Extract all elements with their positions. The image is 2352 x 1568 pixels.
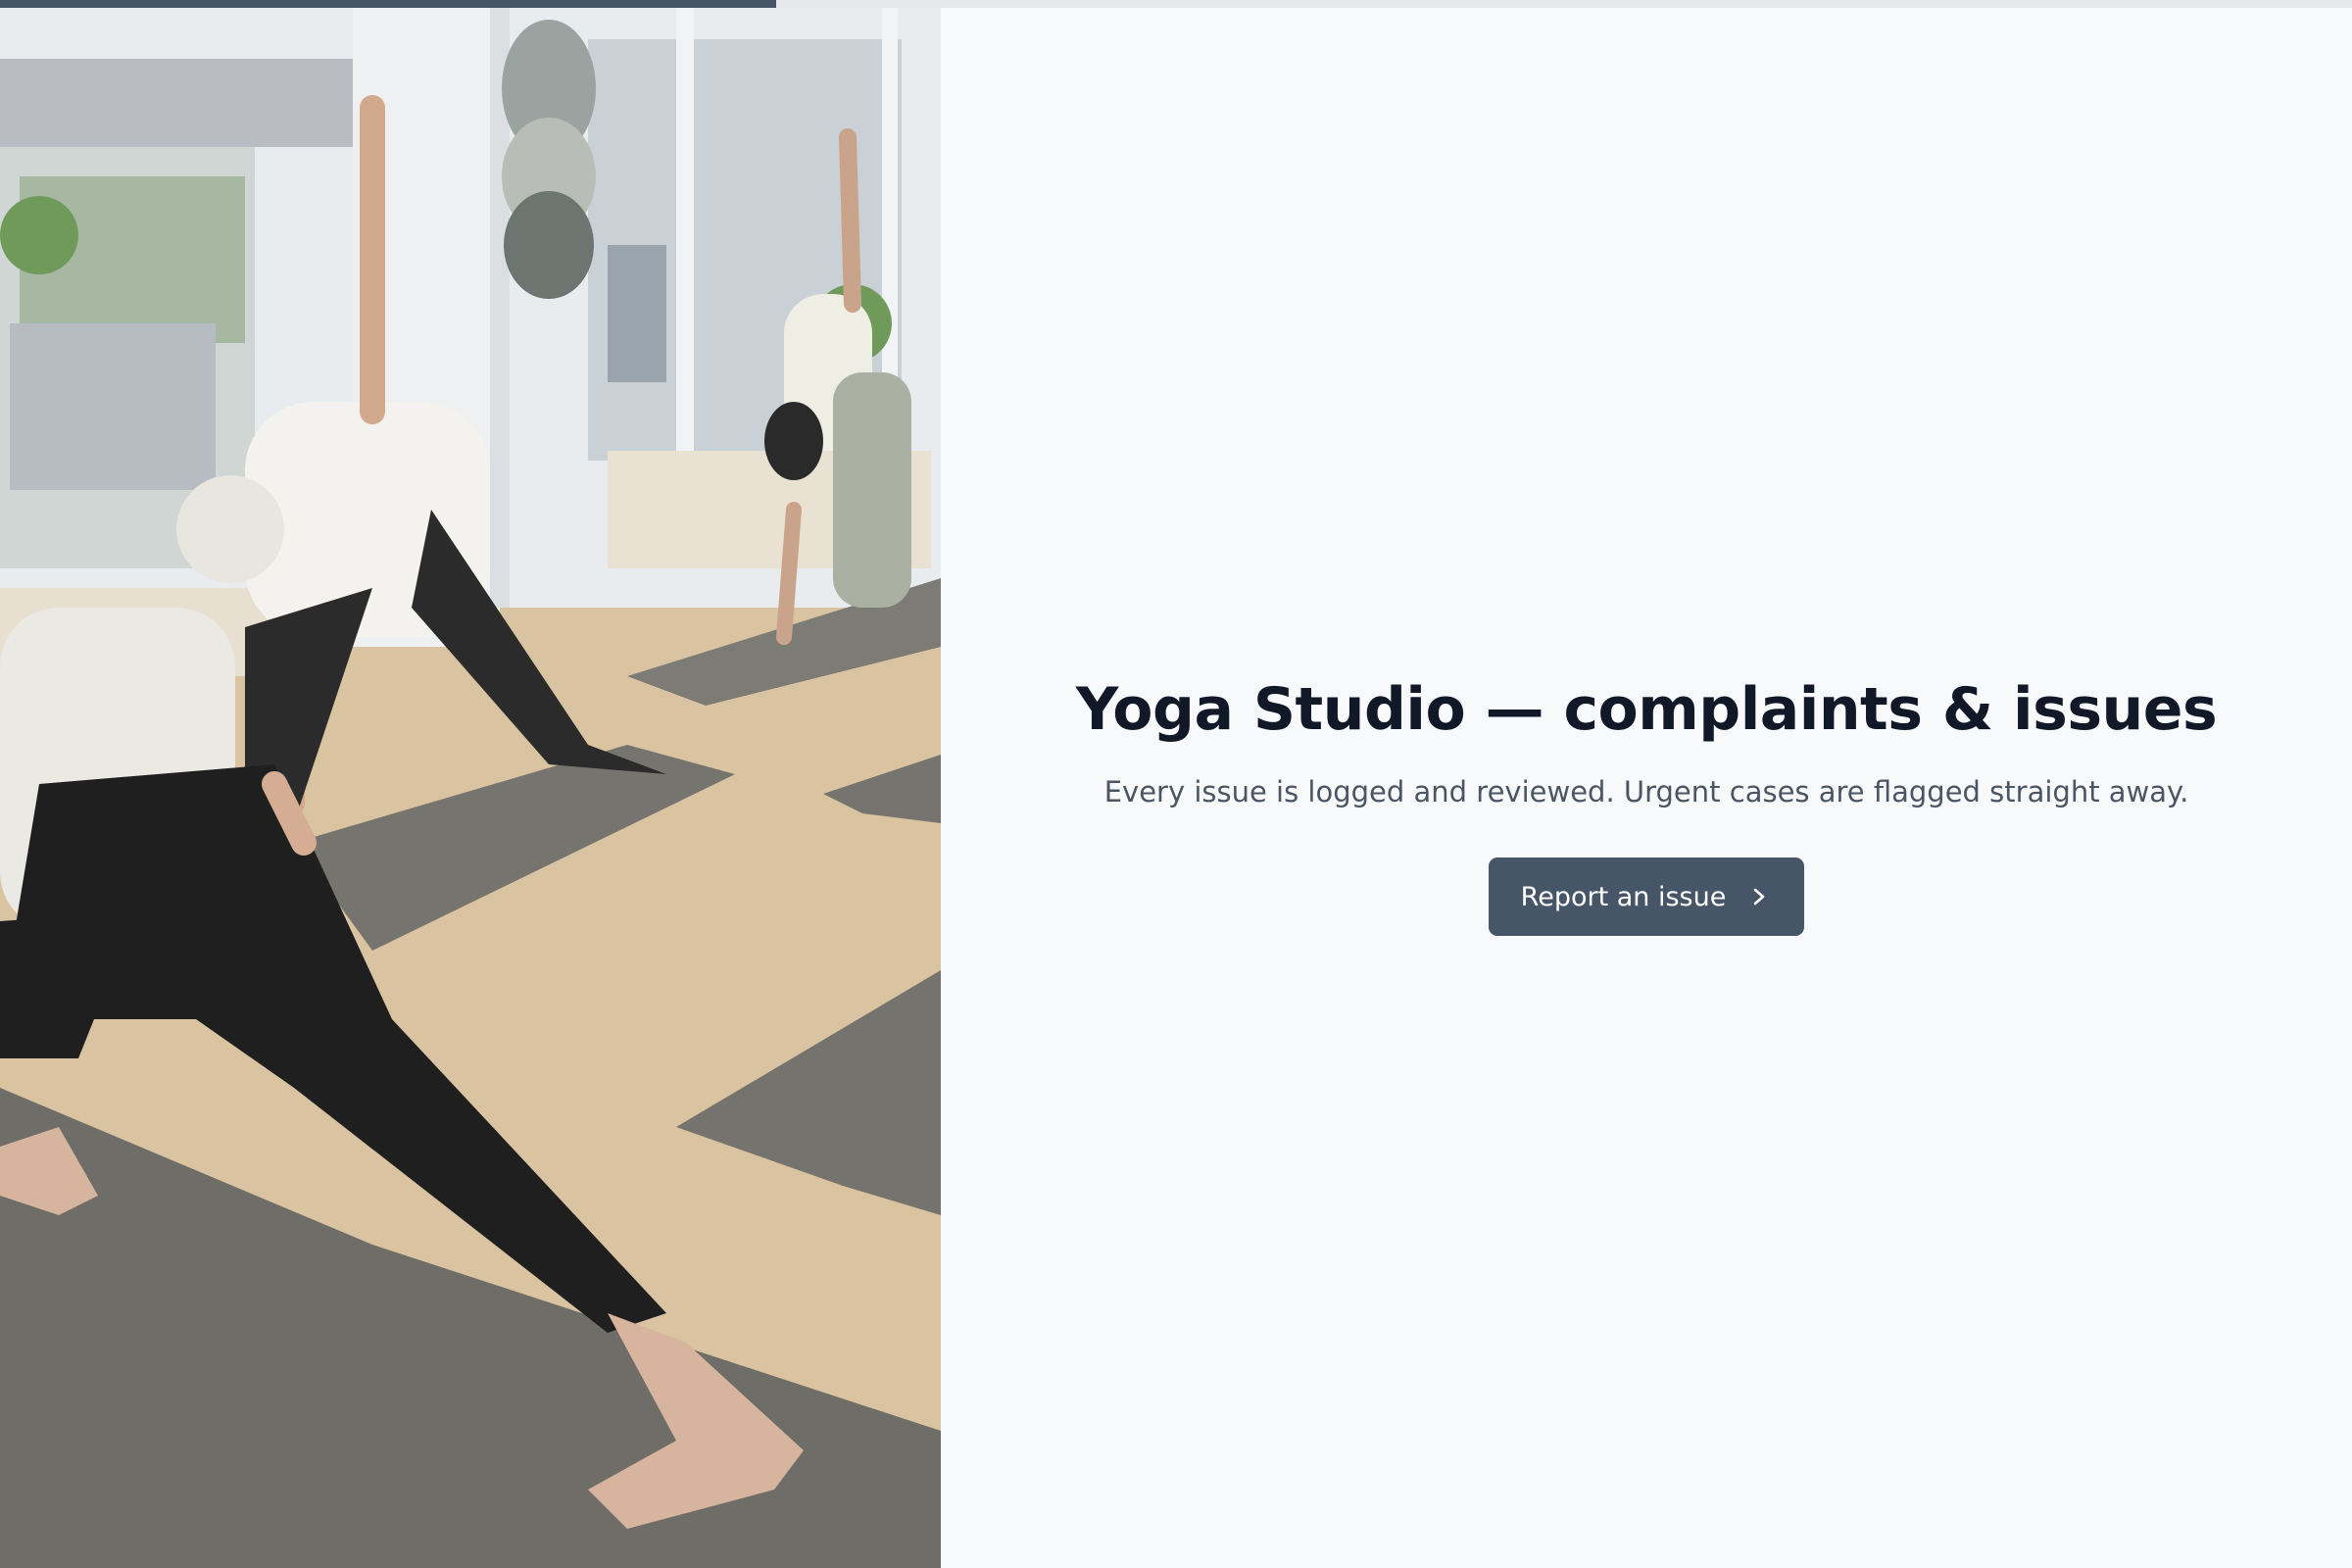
hero-photo xyxy=(0,0,941,1568)
page-title: Yoga Studio — complaints & issues xyxy=(1075,675,2218,744)
progress-bar xyxy=(0,0,2352,8)
page-subtitle: Every issue is logged and reviewed. Urge… xyxy=(1103,775,2189,808)
chevron-right-icon xyxy=(1754,888,1765,906)
page: Yoga Studio — complaints & issues Every … xyxy=(0,0,2352,1568)
report-issue-button[interactable]: Report an issue xyxy=(1488,858,1805,936)
main-content: Yoga Studio — complaints & issues Every … xyxy=(941,0,2352,1568)
report-issue-button-label: Report an issue xyxy=(1520,881,1727,912)
progress-bar-fill xyxy=(0,0,776,8)
